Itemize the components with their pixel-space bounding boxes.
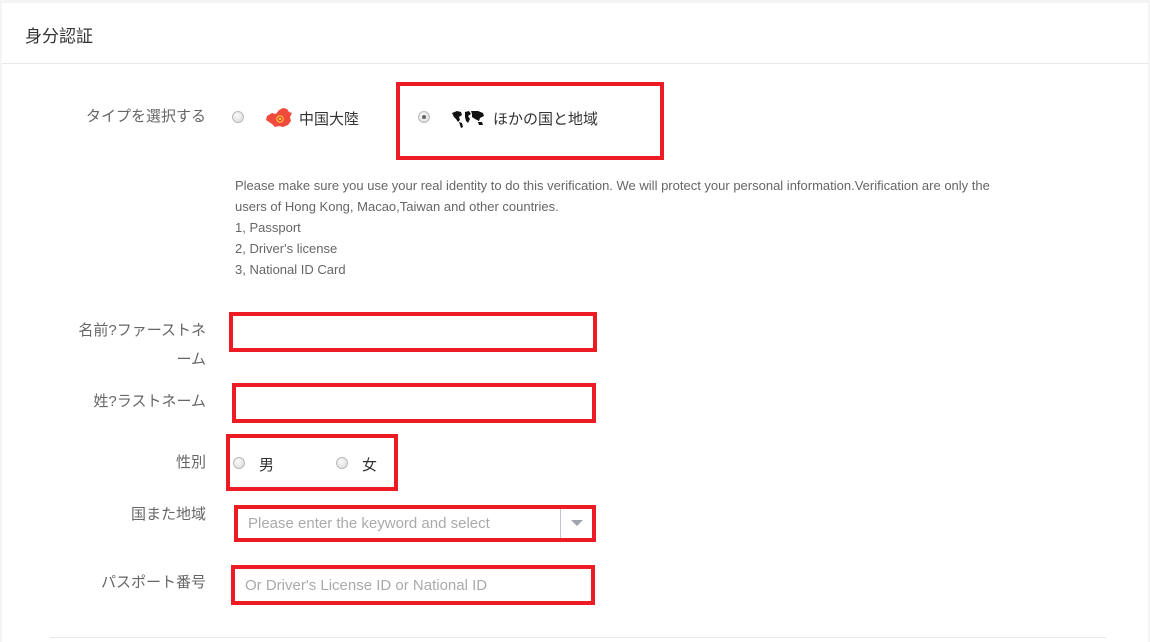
gender-male-label: 男: [259, 457, 275, 474]
first-name-input[interactable]: [233, 316, 593, 348]
first-name-label-line2: ーム: [176, 351, 206, 368]
notes-line: Please make sure you use your real ident…: [235, 178, 990, 193]
radio-gender-female[interactable]: [336, 457, 348, 469]
footer-divider: [50, 637, 1106, 638]
radio-gender-male[interactable]: [233, 457, 245, 469]
radio-other-countries[interactable]: [418, 111, 430, 123]
other-countries-label: ほかの国と地域: [493, 111, 599, 128]
verification-notes: Please make sure you use your real ident…: [235, 175, 1075, 280]
panel-title: 身分認証: [25, 27, 93, 46]
last-name-label: 姓?ラストネーム: [93, 393, 206, 410]
notes-line: 2, Driver's license: [235, 241, 338, 256]
gender-female-label: 女: [362, 457, 378, 474]
passport-label: パスポート番号: [100, 574, 206, 591]
select-divider: [560, 509, 561, 538]
first-name-label-line1: 名前?ファーストネ: [78, 322, 206, 339]
chevron-down-icon[interactable]: [571, 520, 583, 526]
notes-line: users of Hong Kong, Macao,Taiwan and oth…: [235, 199, 559, 214]
panel-header: 身分認証: [2, 3, 1148, 64]
notes-line: 1, Passport: [235, 220, 301, 235]
world-map-icon: [451, 109, 485, 129]
first-name-label: 名前?ファーストネ ーム: [42, 316, 206, 374]
last-name-input[interactable]: [236, 387, 592, 419]
country-select-input[interactable]: [238, 509, 560, 538]
radio-mainland-china[interactable]: [232, 111, 244, 123]
gender-label: 性別: [175, 454, 206, 471]
china-map-icon: [264, 107, 294, 129]
country-label: 国また地域: [130, 506, 206, 523]
type-select-label: タイプを選択する: [85, 108, 206, 125]
mainland-china-label: 中国大陸: [299, 111, 360, 128]
passport-number-input[interactable]: [235, 569, 591, 601]
notes-line: 3, National ID Card: [235, 262, 346, 277]
identity-verification-panel: 身分認証 タイプを選択する 中国大陸 ほかの国と地域 Please make s…: [2, 3, 1148, 642]
